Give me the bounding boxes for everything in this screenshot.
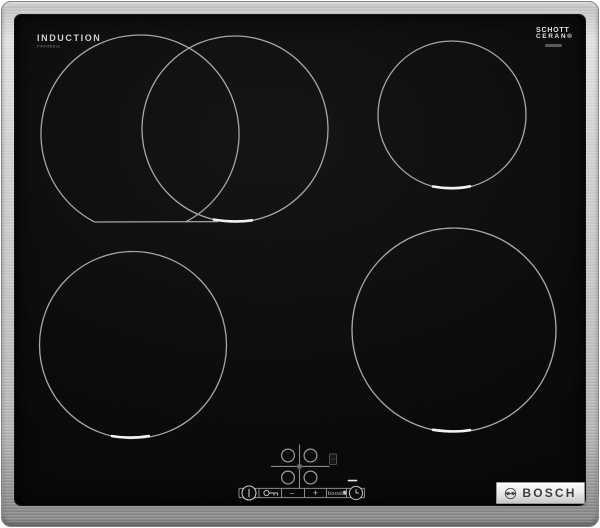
plus-label: + [313, 488, 318, 498]
selector-zone-front-left [282, 471, 295, 484]
hob-graphics: − + boost [0, 0, 600, 528]
induction-hob: − + boost INDUCTION PIF645BB1E SCHOTT CE… [0, 0, 600, 528]
pan-position-marker [433, 186, 470, 188]
zone-ring [40, 252, 227, 439]
bosch-wordmark: BOSCH [522, 486, 576, 500]
minus-label: − [290, 489, 295, 498]
zone-front-right [352, 228, 556, 432]
selector-zone-back-left [282, 449, 295, 462]
power-level-display [330, 454, 337, 465]
child-lock-button[interactable] [264, 490, 278, 495]
boost-indicator [343, 491, 346, 495]
fine-print-bar [545, 44, 562, 47]
induction-label: INDUCTION [37, 33, 101, 43]
selector-zone-front-right [304, 471, 317, 484]
pan-position-marker [112, 436, 149, 438]
zone-ring [41, 35, 239, 222]
zone-front-left [40, 252, 227, 439]
minus-button[interactable]: − [290, 489, 295, 498]
schott-ceran-logo: SCHOTT CERAN® [536, 27, 574, 47]
zone-ring [378, 41, 526, 189]
zone-ring [142, 36, 328, 222]
selector-center-knob [297, 464, 302, 469]
bosch-armature-icon [504, 487, 517, 500]
ceran-line: CERAN® [536, 34, 574, 41]
power-button[interactable] [242, 486, 256, 500]
type-print: INDUCTION PIF645BB1E [37, 33, 101, 51]
bosch-badge: BOSCH [496, 482, 585, 504]
zone-back-right [378, 41, 526, 189]
model-number: PIF645BB1E [37, 45, 76, 49]
zone-ring [352, 228, 556, 432]
pan-position-marker [433, 430, 470, 432]
boost-label: boost [328, 491, 343, 497]
zone-back-left-flex [41, 35, 328, 222]
key-lock-icon [269, 493, 277, 496]
boost-button[interactable]: boost [328, 491, 346, 497]
key-lock-icon [264, 490, 269, 495]
pan-position-marker [214, 220, 252, 222]
plus-button[interactable]: + [313, 488, 318, 498]
timer-button[interactable] [349, 486, 362, 499]
selector-zone-back-right [304, 449, 317, 462]
burner-selector-diagram [271, 445, 330, 489]
touch-control-strip: − + boost [239, 486, 365, 500]
